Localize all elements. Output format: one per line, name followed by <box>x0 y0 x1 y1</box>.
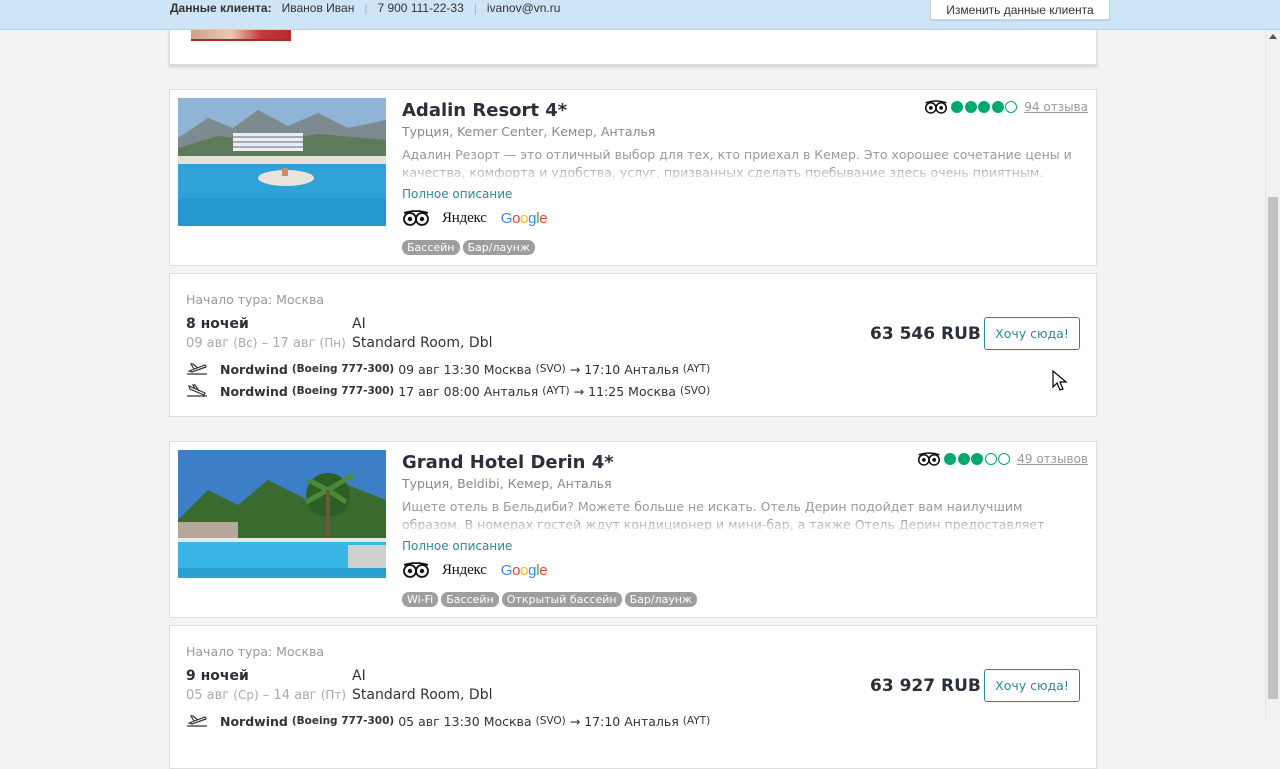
plane-departure-icon <box>187 715 207 727</box>
hotel-photo[interactable] <box>178 450 386 578</box>
tour-start-city: Начало тура: Москва <box>186 644 325 659</box>
client-info-bar: Данные клиента: Иванов Иван | 7 900 111-… <box>0 0 1280 30</box>
client-name: Иванов Иван <box>281 1 355 15</box>
review-sources: Яндекс Google <box>402 208 548 228</box>
reviews-link[interactable]: 94 отзыва <box>1024 100 1088 114</box>
tour-price: 63 546 RUB <box>870 324 981 344</box>
client-label: Данные клиента: <box>170 1 272 15</box>
rating-dot-empty <box>984 453 997 465</box>
room-type: Standard Room, Dbl <box>352 335 493 351</box>
tour-nights: 9 ночей <box>186 668 249 684</box>
plane-arrival-icon <box>187 384 207 397</box>
rating-dot-empty <box>1005 101 1018 113</box>
full-description-link[interactable]: Полное описание <box>402 539 512 553</box>
scroll-up-arrow-icon[interactable] <box>1269 34 1277 39</box>
hotel-description: Адалин Резорт — это отличный выбор для т… <box>402 146 1072 182</box>
meal-plan: AI <box>352 316 366 332</box>
mouse-cursor-icon <box>1052 370 1068 391</box>
rating-dot-filled <box>957 453 970 465</box>
hotel-card: Adalin Resort 4* Турция, Kemer Center, К… <box>169 89 1097 266</box>
hotel-location: Турция, Kemer Center, Кемер, Анталья <box>402 124 656 139</box>
yandex-logo[interactable]: Яндекс <box>442 210 487 227</box>
rating-dot-filled <box>951 101 964 113</box>
amenity-tag: Бар/лаунж <box>462 240 535 255</box>
rating-dot-empty <box>998 453 1011 465</box>
amenity-tag: Wi-Fi <box>402 592 439 607</box>
tour-offer-card: Начало тура: Москва 9 ночей 05 авг (Ср) … <box>169 625 1097 769</box>
amenity-tag: Бассейн <box>441 592 499 607</box>
tour-dates: 05 авг (Ср) – 14 авг (Пт) <box>186 688 347 703</box>
edit-client-button[interactable]: Изменить данные клиента <box>930 0 1110 20</box>
tour-price: 63 927 RUB <box>870 676 981 696</box>
flight-return: Nordwind (Boeing 777-300) 17 авг 08:00 А… <box>186 382 710 400</box>
client-phone: 7 900 111-22-33 <box>377 1 464 15</box>
tour-nights: 8 ночей <box>186 316 249 332</box>
hotel-name[interactable]: Grand Hotel Derin 4* <box>402 452 614 473</box>
rating-dot-filled <box>964 101 977 113</box>
rating-dot-filled <box>978 101 991 113</box>
want-here-button[interactable]: Хочу сюда! <box>984 317 1080 350</box>
amenity-tag: Бар/лаунж <box>624 592 697 607</box>
rating-dot-filled <box>971 453 984 465</box>
tour-offer-card: Начало тура: Москва 8 ночей 09 авг (Вс) … <box>169 273 1097 417</box>
tripadvisor-icon[interactable] <box>402 210 430 226</box>
tour-dates: 09 авг (Вс) – 17 авг (Пн) <box>186 336 346 351</box>
hotel-photo[interactable] <box>178 98 386 226</box>
client-info: Данные клиента: Иванов Иван | 7 900 111-… <box>170 0 560 16</box>
hotel-tags: Wi-Fi Бассейн Открытый бассейн Бар/лаунж <box>402 592 700 607</box>
rating-dots <box>950 101 1018 113</box>
review-sources: Яндекс Google <box>402 560 548 580</box>
tour-start-city: Начало тура: Москва <box>186 292 325 307</box>
reviews-link[interactable]: 49 отзывов <box>1017 452 1088 466</box>
hotel-description: Ищете отель в Бельдиби? Можете больше не… <box>402 498 1072 534</box>
hotel-location: Турция, Beldibi, Кемер, Анталья <box>402 476 612 491</box>
rating-dot-filled <box>991 101 1004 113</box>
flight-outbound: Nordwind (Boeing 777-300) 05 авг 13:30 М… <box>186 712 710 730</box>
google-logo[interactable]: Google <box>501 562 548 579</box>
room-type: Standard Room, Dbl <box>352 687 493 703</box>
separator: | <box>364 1 368 15</box>
full-description-link[interactable]: Полное описание <box>402 187 512 201</box>
scrollbar[interactable] <box>1265 30 1280 720</box>
tripadvisor-icon[interactable] <box>402 562 430 578</box>
previous-hotel-card <box>169 28 1097 65</box>
google-logo[interactable]: Google <box>501 210 548 227</box>
tripadvisor-rating: 94 отзыва <box>924 100 1088 114</box>
tripadvisor-icon <box>924 100 947 114</box>
rating-dots <box>943 453 1011 465</box>
hotel-tags: Бассейн Бар/лаунж <box>402 240 538 255</box>
client-email: ivanov@vn.ru <box>486 1 561 15</box>
want-here-button[interactable]: Хочу сюда! <box>984 669 1080 702</box>
tripadvisor-rating: 49 отзывов <box>917 452 1088 466</box>
separator: | <box>473 1 477 15</box>
tripadvisor-icon <box>917 452 940 466</box>
hotel-name[interactable]: Adalin Resort 4* <box>402 100 567 121</box>
plane-departure-icon <box>187 363 207 375</box>
hotel-card: Grand Hotel Derin 4* Турция, Beldibi, Ке… <box>169 441 1097 618</box>
rating-dot-filled <box>944 453 957 465</box>
yandex-logo[interactable]: Яндекс <box>442 562 487 579</box>
flight-outbound: Nordwind (Boeing 777-300) 09 авг 13:30 М… <box>186 360 710 378</box>
amenity-tag: Бассейн <box>402 240 460 255</box>
scrollbar-thumb[interactable] <box>1268 197 1278 699</box>
amenity-tag: Открытый бассейн <box>501 592 622 607</box>
meal-plan: AI <box>352 668 366 684</box>
